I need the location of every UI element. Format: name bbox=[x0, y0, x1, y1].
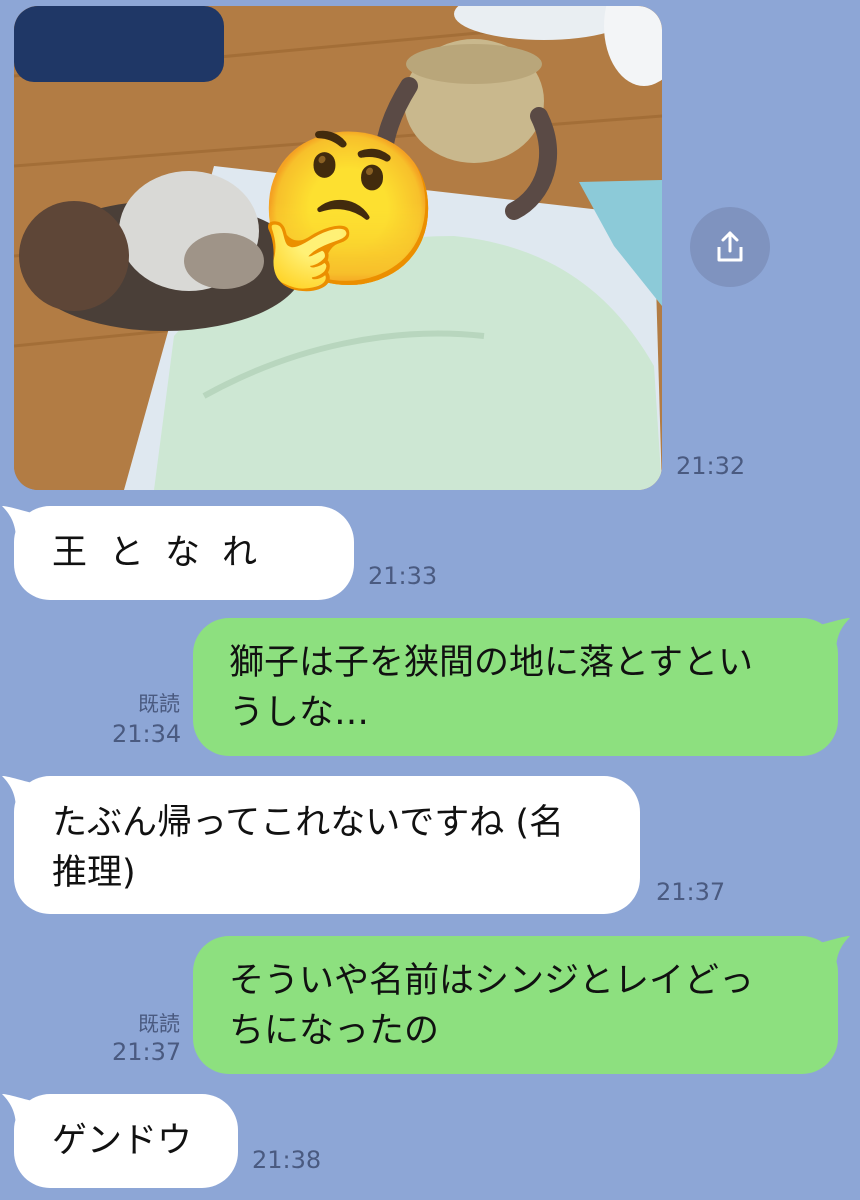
message-text: ゲンドウ bbox=[52, 1121, 193, 1161]
message-text-line-1: たぶん帰ってこれないですね (名 bbox=[52, 803, 564, 843]
message-text-line-1: そういや名前はシンジとレイどっ bbox=[229, 961, 755, 1001]
message-text: 王となれ bbox=[52, 533, 279, 573]
message-text-line-2: ちになったの bbox=[229, 1011, 440, 1051]
share-icon bbox=[717, 231, 743, 262]
message-time: 21:37 bbox=[656, 878, 726, 906]
chat-view: 🤔 21:32 王となれ 21:33 既読 21:34 獅子は子を狭間の地に落と… bbox=[0, 0, 860, 1200]
read-receipt: 既読 bbox=[138, 692, 180, 716]
message-time: 21:38 bbox=[252, 1146, 322, 1174]
incoming-message-bubble[interactable]: ゲンドウ bbox=[2, 1094, 238, 1188]
message-time: 21:34 bbox=[112, 720, 182, 748]
photo-message[interactable]: 🤔 bbox=[14, 6, 662, 490]
message-text-line-2: 推理) bbox=[52, 853, 136, 893]
share-button[interactable] bbox=[690, 207, 770, 287]
thinking-emoji-icon: 🤔 bbox=[256, 123, 443, 297]
message-text-line-1: 獅子は子を狭間の地に落とすとい bbox=[229, 643, 753, 683]
read-receipt: 既読 bbox=[138, 1012, 180, 1036]
message-time: 21:37 bbox=[112, 1038, 182, 1066]
message-text-line-2: うしな… bbox=[229, 693, 370, 733]
photo-image: 🤔 bbox=[14, 6, 662, 490]
incoming-message-bubble[interactable]: たぶん帰ってこれないですね (名 推理) bbox=[2, 776, 640, 914]
message-time: 21:32 bbox=[676, 452, 746, 480]
outgoing-message-bubble[interactable]: 獅子は子を狭間の地に落とすとい うしな… bbox=[193, 618, 850, 756]
incoming-message-bubble[interactable]: 王となれ bbox=[2, 506, 354, 600]
message-time: 21:33 bbox=[368, 562, 438, 590]
outgoing-message-bubble[interactable]: そういや名前はシンジとレイどっ ちになったの bbox=[193, 936, 850, 1074]
